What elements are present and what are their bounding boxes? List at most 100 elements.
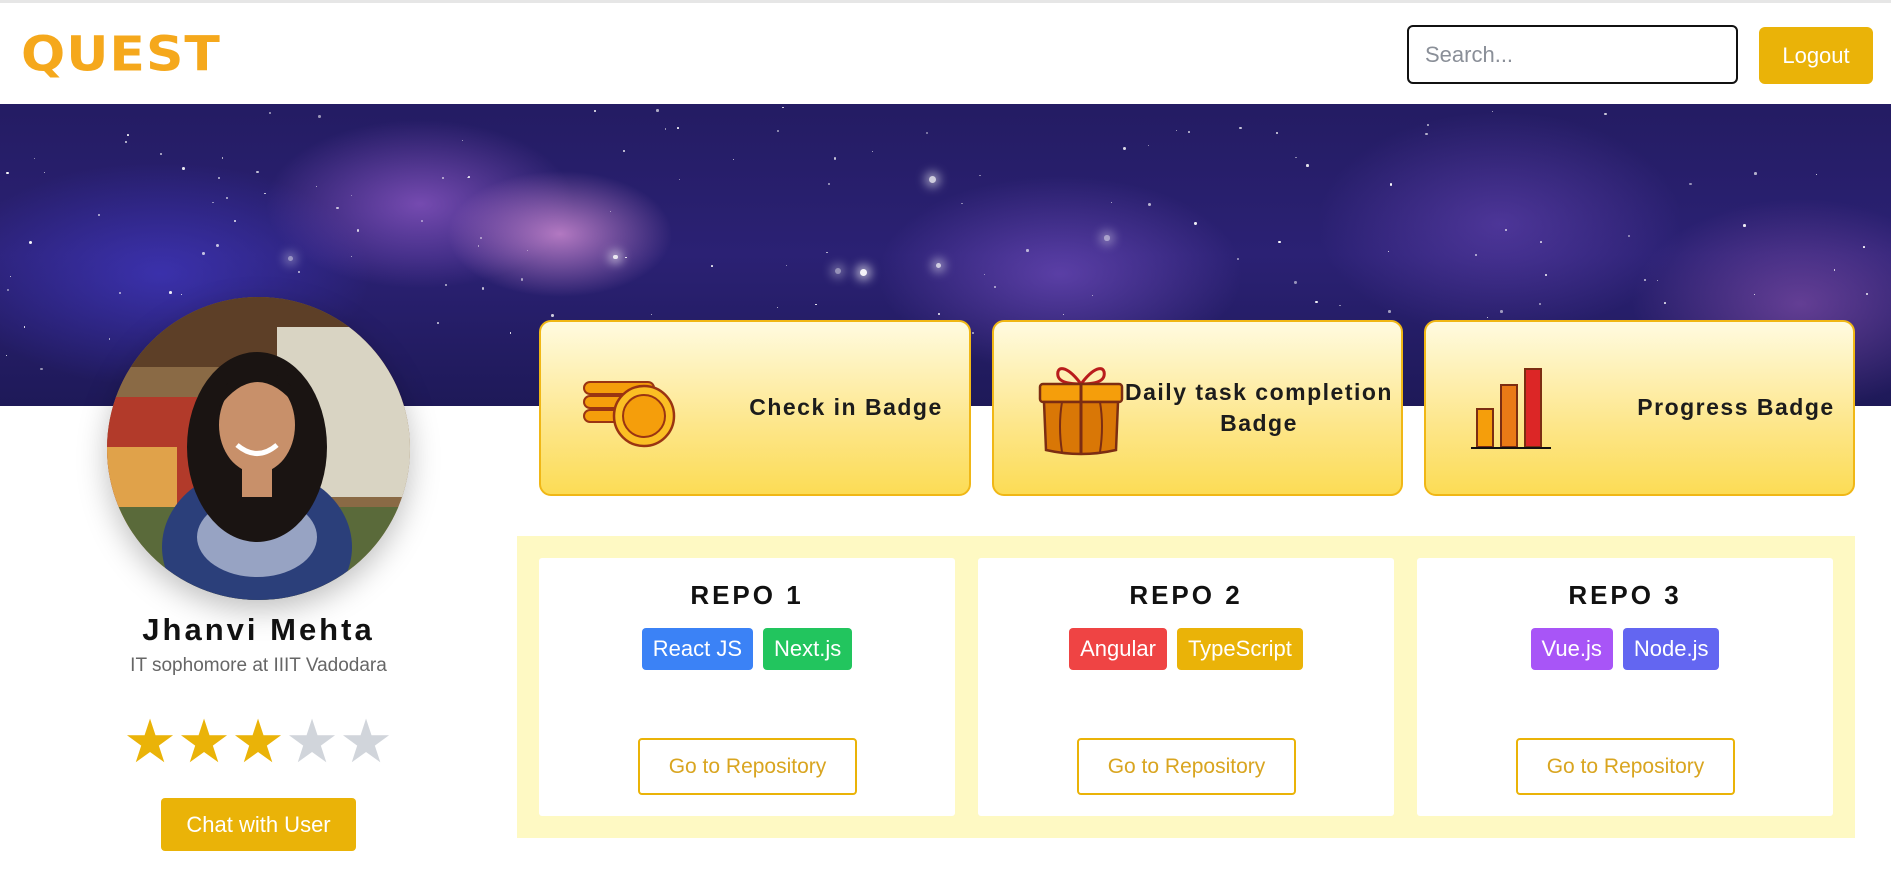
go-to-repository-button[interactable]: Go to Repository [1077,738,1296,795]
banner-star [509,332,511,334]
tag-badge: Next.js [763,628,853,670]
banner-star [613,254,618,260]
tag-badge: Node.js [1622,628,1720,670]
banner-star [40,368,43,371]
banner-star [420,220,423,223]
repo-title: REPO 2 [1129,580,1243,610]
go-to-repository-button[interactable]: Go to Repository [638,738,857,795]
banner-star [182,167,186,171]
profile-avatar [107,297,410,600]
banner-star [317,115,321,118]
banner-star [1239,126,1242,130]
tag-badge: React JS [641,628,753,670]
banner-star [356,228,360,232]
banner-star [777,306,779,308]
logout-button[interactable]: Logout [1759,27,1873,84]
tag-badge: TypeScript [1176,628,1303,670]
banner-star [1492,111,1494,113]
banner-star [1539,303,1541,305]
banner-star [1474,253,1478,257]
banner-star [926,131,929,135]
banner-star [815,303,817,306]
repo-card: REPO 2 Angular TypeScript Go to Reposito… [978,558,1394,816]
banner-star [1026,249,1029,252]
star-filled-icon: ★ [231,707,285,777]
repo-card: REPO 3 Vue.js Node.js Go to Repository [1417,558,1833,816]
banner-star [6,288,9,291]
banner-star [1427,123,1430,126]
progress-badge-card: Progress Badge [1424,320,1855,496]
banner-star [929,175,937,183]
banner-star [1277,240,1281,244]
banner-star [1656,279,1658,281]
banner-star [1062,314,1064,316]
banner-star [1664,302,1666,304]
banner-star [1866,293,1869,296]
profile-subtitle: IT sophomore at IIIT Vadodara [130,655,387,676]
banner-star [462,140,464,142]
banner-star [650,313,653,316]
star-filled-icon: ★ [123,707,177,777]
repositories-panel: REPO 1 React JS Next.js Go to Repository… [517,536,1855,838]
repo-tags: React JS Next.js [539,628,955,670]
banner-star [34,158,36,160]
banner-star [711,264,713,267]
banner-star [288,255,294,261]
banner-star [216,243,220,247]
banner-star [1816,174,1818,176]
banner-star [1539,241,1542,243]
banner-star [622,149,625,152]
banner-star [479,236,482,239]
banner-star [733,158,735,160]
chat-with-user-button[interactable]: Chat with User [161,798,356,851]
star-rating: ★ ★ ★ ★ ★ [123,712,393,772]
banner-star [24,326,26,328]
banner-star [221,157,223,159]
banner-star [43,171,45,173]
banner-star [833,156,837,160]
banner-star [1425,132,1429,136]
banner-star [781,106,784,109]
banner-star [233,220,236,223]
banner-star [679,178,681,180]
badge-title: Check in Badge [749,394,943,420]
banner-star [1091,295,1093,297]
go-to-repository-button[interactable]: Go to Repository [1516,738,1735,795]
banner-star [351,194,353,196]
banner-star [520,278,524,281]
banner-star [6,171,9,174]
banner-star [108,338,111,340]
quest-logo[interactable]: QUEST [21,29,221,81]
banner-star [1148,144,1150,147]
banner-star [1500,310,1503,313]
banner-star [264,192,266,194]
tag-badge: Vue.js [1530,628,1613,670]
banner-star [1236,258,1239,261]
banner-star [1315,300,1318,304]
banner-star [444,283,447,286]
banner-star [1604,112,1607,116]
banner-star [1388,310,1391,313]
banner-star [1389,183,1393,186]
banner-star [256,170,259,173]
banner-star [1833,269,1835,271]
banner-star [336,206,339,210]
banner-star [9,276,11,278]
search-input[interactable] [1407,25,1738,84]
banner-star [1122,146,1126,150]
star-empty-icon: ★ [285,707,339,777]
banner-star [1295,156,1297,158]
banner-star [1505,228,1508,231]
banner-star [268,111,271,115]
banner-star [550,313,554,317]
banner-star [625,257,627,259]
banner-star [1104,235,1110,241]
top-navbar: QUEST Logout [0,3,1891,104]
check-in-badge-card: Check in Badge [539,320,971,496]
banner-star [785,265,787,267]
banner-star [971,331,974,334]
banner-star [1306,164,1309,167]
daily-task-badge-card: Daily task completion Badge [992,320,1403,496]
banner-star [436,322,439,324]
banner-star [1388,250,1390,252]
